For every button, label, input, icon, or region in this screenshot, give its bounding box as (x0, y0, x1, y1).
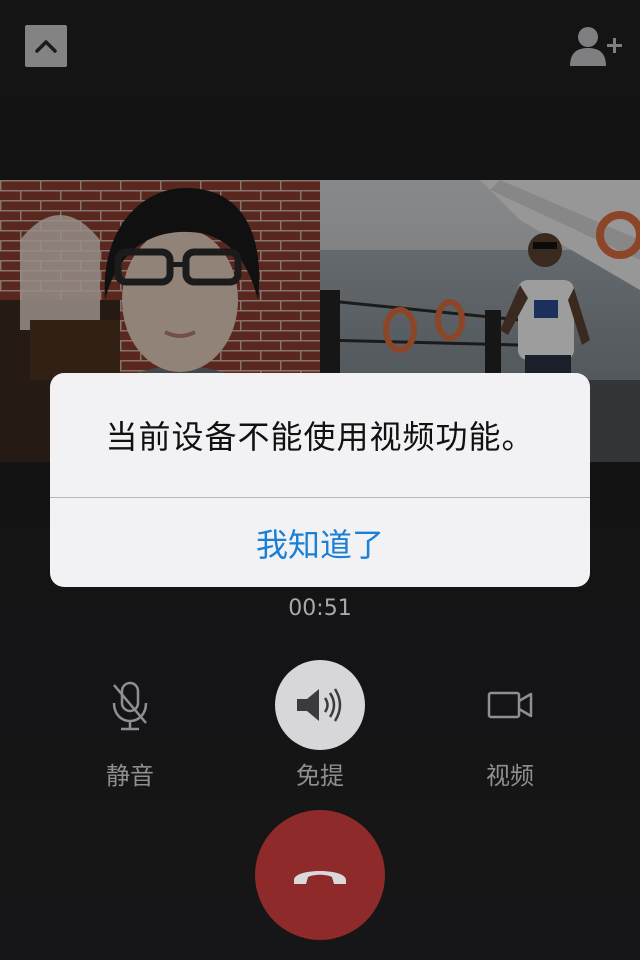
call-duration: 00:51 (288, 596, 352, 621)
mute-button[interactable]: 静音 (70, 660, 190, 790)
acknowledge-button[interactable]: 我知道了 (50, 498, 590, 587)
speaker-label: 免提 (296, 762, 344, 790)
microphone-off-icon (85, 660, 175, 750)
mute-label: 静音 (106, 762, 154, 790)
alert-message: 当前设备不能使用视频功能。 (105, 418, 535, 456)
alert-dialog: 当前设备不能使用视频功能。 我知道了 (50, 373, 590, 587)
speaker-button[interactable]: 免提 (260, 660, 380, 790)
hangup-button[interactable] (255, 810, 385, 940)
video-label: 视频 (486, 762, 534, 790)
video-button[interactable]: 视频 (450, 660, 570, 790)
video-call-screen: 当前设备不能使用视频功能。 我知道了 00:51 静音 免提 视频 (0, 0, 640, 960)
phone-hangup-icon (294, 871, 346, 884)
video-camera-icon (465, 660, 555, 750)
speaker-icon (275, 660, 365, 750)
